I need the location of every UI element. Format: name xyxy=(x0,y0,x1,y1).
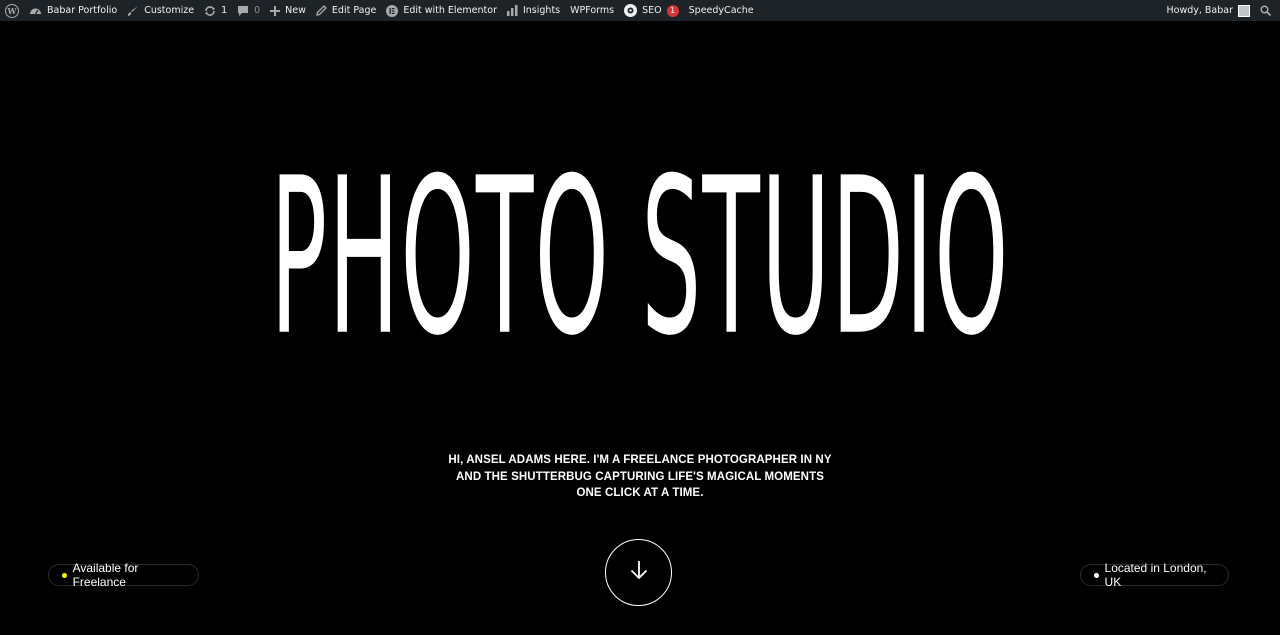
intro-line: AND THE SHUTTERBUG CAPTURING LIFE'S MAGI… xyxy=(456,470,824,483)
admin-bar-right: Howdy, Babar xyxy=(1161,0,1280,21)
customize-label: Customize xyxy=(144,5,195,16)
elementor-icon xyxy=(386,4,399,17)
availability-label: Available for Freelance xyxy=(72,561,139,589)
brush-icon xyxy=(127,5,139,17)
refresh-icon xyxy=(204,5,216,17)
intro-line: ONE CLICK AT A TIME. xyxy=(576,487,704,500)
new-content-menu[interactable]: New xyxy=(265,0,311,21)
plus-icon xyxy=(270,5,281,16)
dashboard-icon xyxy=(29,5,42,16)
speedycache-label: SpeedyCache xyxy=(688,5,754,16)
comment-icon xyxy=(237,5,249,17)
scroll-down-button[interactable] xyxy=(605,539,672,606)
pencil-icon xyxy=(316,5,327,16)
admin-search[interactable] xyxy=(1255,0,1280,21)
location-label: Located in London, UK xyxy=(1104,561,1207,589)
wpforms-menu[interactable]: WPForms xyxy=(565,0,619,21)
customize-menu[interactable]: Customize xyxy=(122,0,199,21)
status-dot-icon xyxy=(62,572,67,578)
seo-label: SEO xyxy=(642,5,662,16)
availability-badge: Available for Freelance xyxy=(48,561,199,589)
admin-bar-left: W Babar Portfolio Customize 1 0 New Edit… xyxy=(0,0,759,21)
wordpress-icon: W xyxy=(5,3,19,18)
edit-page-menu[interactable]: Edit Page xyxy=(311,0,381,21)
seo-menu[interactable]: SEO 1 xyxy=(619,0,684,21)
intro-text: HI, ANSEL ADAMS HERE. I'M A FREELANCE PH… xyxy=(440,452,840,502)
seo-notification-badge: 1 xyxy=(666,4,679,17)
search-icon xyxy=(1260,5,1271,16)
edit-page-label: Edit Page xyxy=(331,5,377,16)
howdy-label: Howdy, Babar xyxy=(1166,5,1233,16)
site-name-label: Babar Portfolio xyxy=(47,5,118,16)
comments-menu[interactable]: 0 xyxy=(232,0,265,21)
speedycache-menu[interactable]: SpeedyCache xyxy=(684,0,759,21)
bar-chart-icon xyxy=(506,5,518,16)
location-badge: Located in London, UK xyxy=(1080,561,1229,589)
site-name-menu[interactable]: Babar Portfolio xyxy=(24,0,122,21)
wp-logo-menu[interactable]: W xyxy=(0,0,24,21)
my-account-menu[interactable]: Howdy, Babar xyxy=(1161,0,1255,21)
edit-elementor-menu[interactable]: Edit with Elementor xyxy=(381,0,502,21)
insights-menu[interactable]: Insights xyxy=(502,0,565,21)
insights-label: Insights xyxy=(522,5,561,16)
arrow-down-icon xyxy=(628,559,650,586)
wpforms-label: WPForms xyxy=(570,5,615,16)
comments-count: 0 xyxy=(254,5,261,16)
location-dot-icon xyxy=(1094,572,1099,578)
intro-line: HI, ANSEL ADAMS HERE. I'M A FREELANCE PH… xyxy=(448,454,832,466)
wp-admin-bar: W Babar Portfolio Customize 1 0 New Edit… xyxy=(0,0,1280,21)
updates-count: 1 xyxy=(221,5,228,16)
hero-title: PHOTO STUDIO xyxy=(270,131,1010,383)
seo-icon xyxy=(624,4,638,17)
edit-elementor-label: Edit with Elementor xyxy=(403,5,497,16)
updates-menu[interactable]: 1 xyxy=(199,0,232,21)
avatar xyxy=(1238,4,1250,17)
new-label: New xyxy=(285,5,306,16)
